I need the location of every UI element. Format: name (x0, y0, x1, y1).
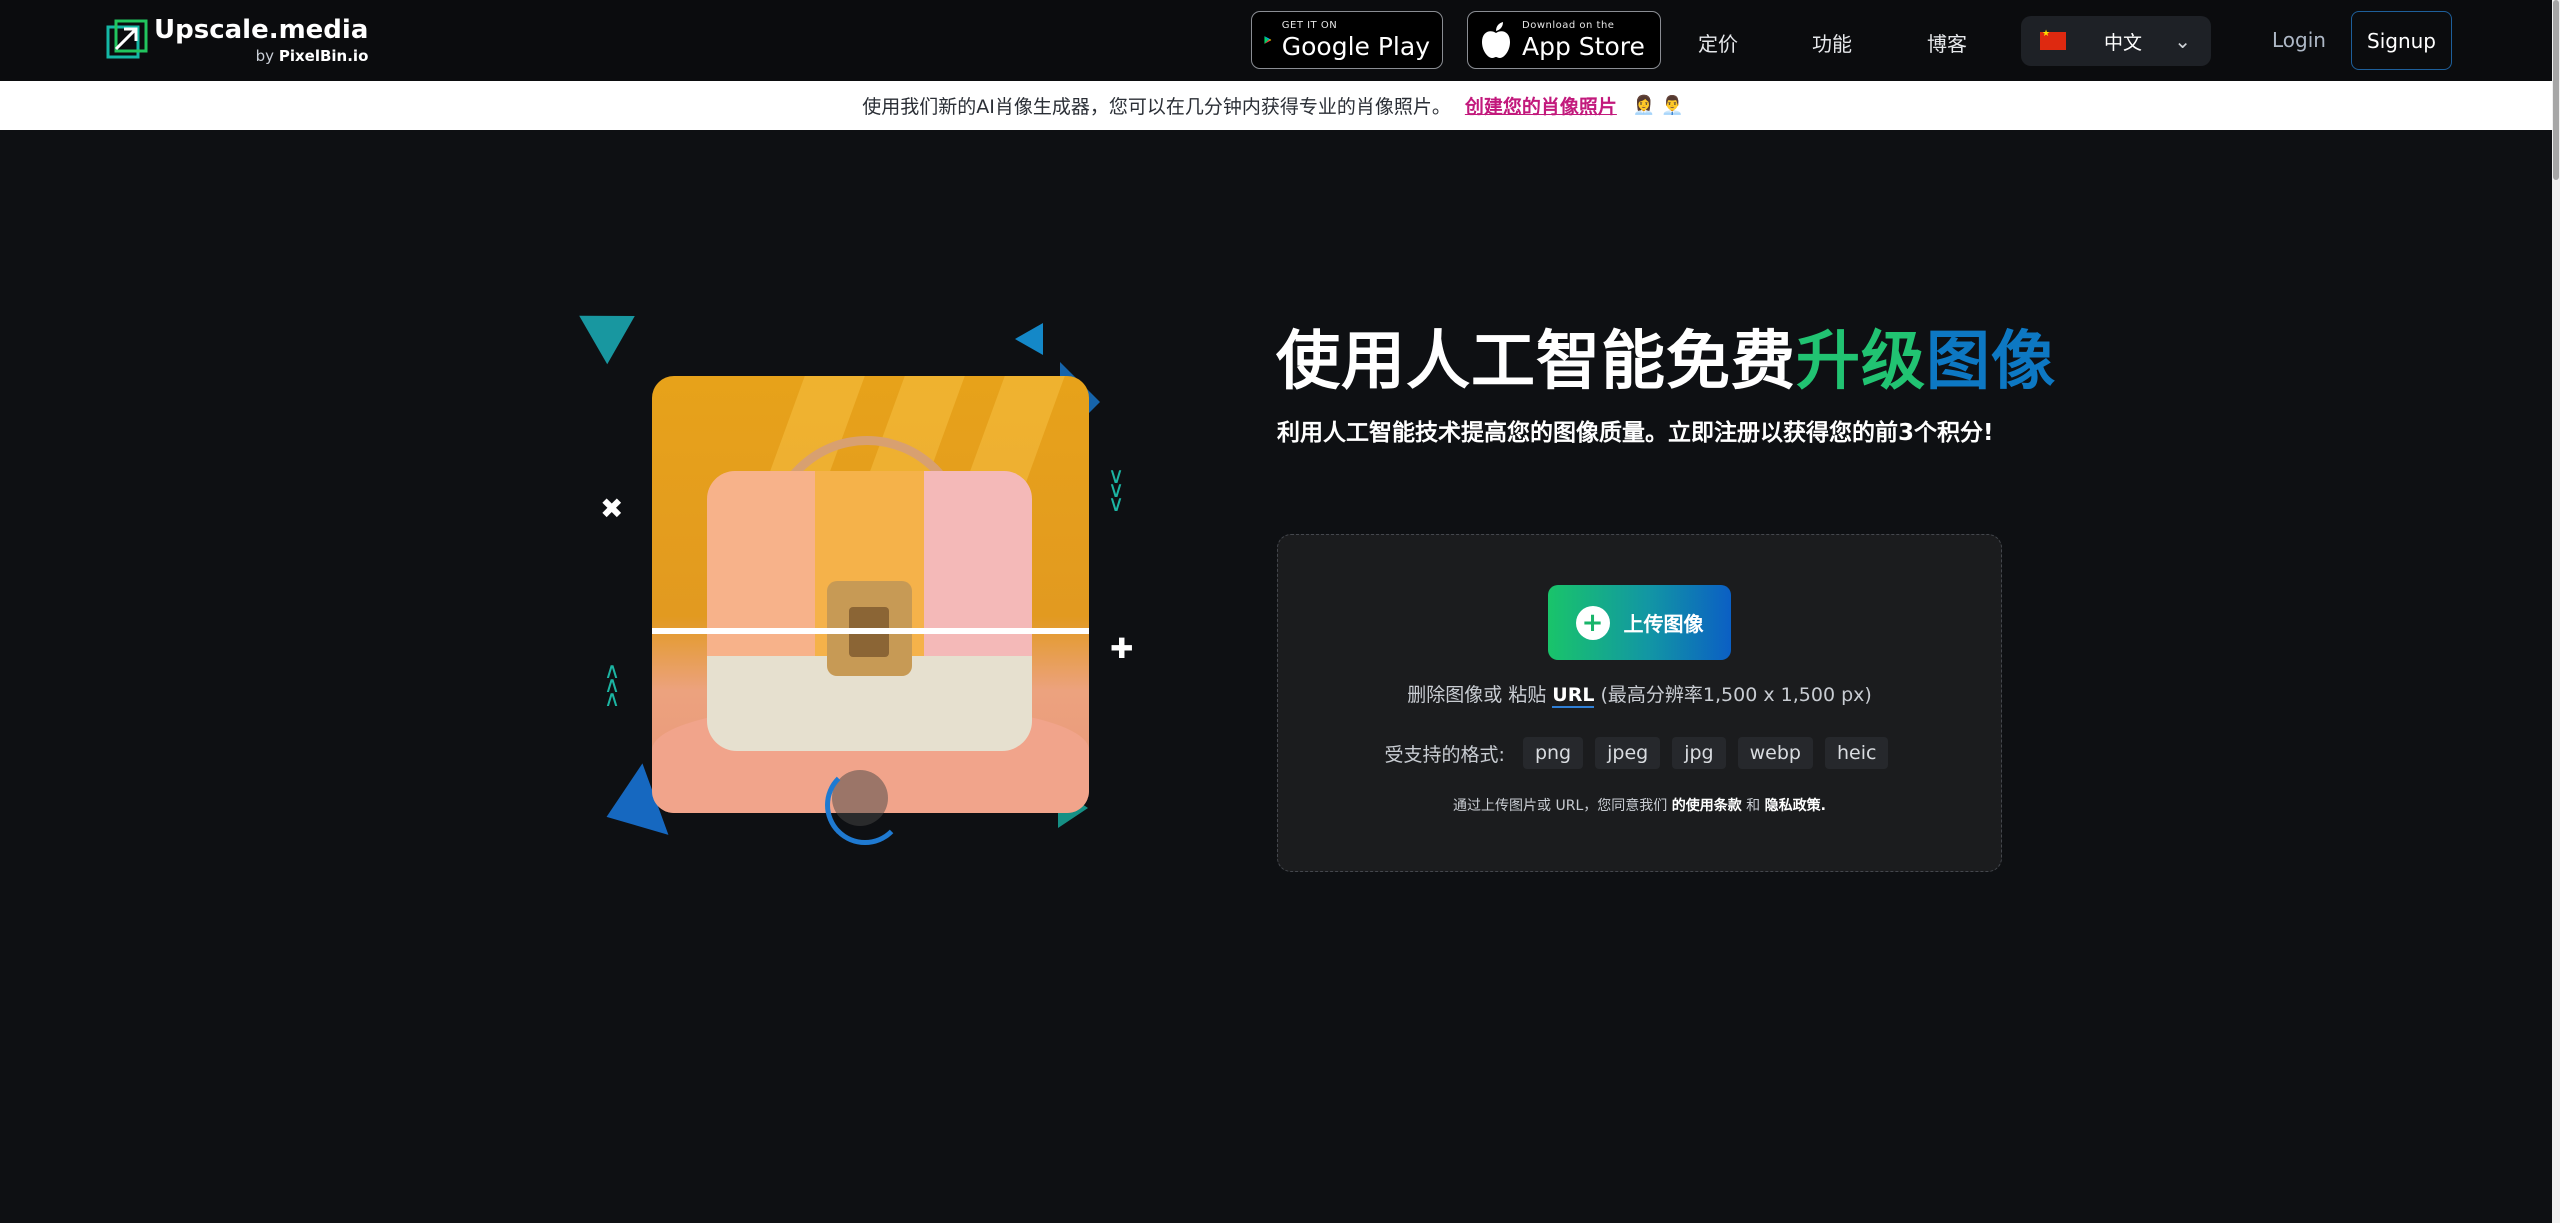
app-store-button[interactable]: Download on the App Store (1467, 11, 1661, 69)
format-chip: jpeg (1595, 737, 1661, 769)
google-play-small-label: GET IT ON (1281, 20, 1338, 31)
triangle-decoration (1015, 323, 1043, 355)
brand-logo[interactable]: Upscale.media by PixelBin.io (106, 10, 368, 70)
upscale-logo-icon (106, 19, 148, 59)
app-store-small-label: Download on the (1522, 20, 1615, 31)
top-navbar: Upscale.media by PixelBin.io GET IT ON G… (0, 0, 2552, 82)
create-portrait-link[interactable]: 创建您的肖像照片 (1465, 92, 1617, 119)
triangle-decoration (579, 291, 649, 365)
terms-prefix: 通过上传图片或 URL，您同意我们 (1453, 798, 1668, 814)
language-label: 中文 (2104, 31, 2143, 54)
format-chip: png (1522, 737, 1584, 769)
format-chip: jpg (1672, 737, 1726, 769)
upload-image-button[interactable]: + 上传图像 (1548, 585, 1731, 660)
upload-dropzone[interactable]: + 上传图像 删除图像或 粘贴 URL (最高分辨率1,500 x 1,500 … (1277, 534, 2002, 872)
format-chip: webp (1737, 737, 1813, 769)
format-chip: heic (1824, 737, 1889, 769)
google-play-big-label: Google Play (1281, 32, 1430, 61)
logo-by-prefix: by (255, 46, 275, 65)
nav-blog[interactable]: 博客 (1927, 28, 1967, 57)
close-decoration-icon: ✖ (600, 492, 624, 525)
hero-title-blue: 图像 (1926, 325, 2056, 399)
google-play-icon (1264, 36, 1272, 44)
apple-icon (1482, 22, 1510, 58)
china-flag-icon (2040, 29, 2066, 50)
language-selector[interactable]: 中文 ⌄ (2021, 16, 2211, 66)
chevrons-up-icon: ∧ ∧ ∧ (604, 659, 621, 712)
sample-bag-photo (652, 376, 1089, 813)
hero-title-main: 使用人工智能免费 (1276, 325, 1796, 399)
supported-formats: 受支持的格式: png jpeg jpg webp heic (1278, 737, 2001, 769)
terms-notice: 通过上传图片或 URL，您同意我们 的使用条款 和 隐私政策. (1278, 795, 2001, 815)
scrollbar-thumb[interactable] (2553, 0, 2559, 180)
drop-suffix: (最高分辨率1,500 x 1,500 px) (1600, 684, 1872, 706)
terms-and: 和 (1746, 798, 1761, 814)
privacy-policy-link[interactable]: 隐私政策. (1765, 798, 1826, 814)
scrollbar-track[interactable] (2552, 0, 2560, 1223)
logo-name: Upscale.media (154, 14, 369, 45)
upload-button-label: 上传图像 (1623, 612, 1704, 636)
terms-of-use-link[interactable]: 的使用条款 (1672, 798, 1742, 814)
announcement-emojis: 👩‍💼👨‍💼 (1632, 95, 1690, 116)
hero-title: 使用人工智能免费升级图像 (1276, 310, 2056, 402)
drop-prefix: 删除图像或 粘贴 (1407, 684, 1547, 706)
drop-instructions: 删除图像或 粘贴 URL (最高分辨率1,500 x 1,500 px) (1278, 680, 2001, 708)
comparison-slider-line (652, 628, 1089, 634)
paste-url-link[interactable]: URL (1552, 684, 1595, 708)
signup-button[interactable]: Signup (2351, 11, 2452, 70)
logo-by-brand: PixelBin.io (278, 46, 369, 65)
nav-pricing[interactable]: 定价 (1698, 28, 1738, 57)
hero-title-green: 升级 (1796, 325, 1926, 399)
app-store-big-label: App Store (1522, 32, 1645, 61)
loader-ring-icon (825, 765, 905, 845)
announcement-text: 使用我们新的AI肖像生成器，您可以在几分钟内获得专业的肖像照片。 (862, 96, 1451, 118)
announcement-bar: 使用我们新的AI肖像生成器，您可以在几分钟内获得专业的肖像照片。 创建您的肖像照… (0, 81, 2552, 130)
chevron-down-icon: ⌄ (2174, 29, 2191, 53)
logo-byline: by PixelBin.io (154, 46, 369, 65)
plus-icon: + (1575, 605, 1610, 640)
nav-features[interactable]: 功能 (1812, 28, 1852, 57)
google-play-button[interactable]: GET IT ON Google Play (1251, 11, 1443, 69)
hero-illustration: ✖ ✚ ∨ ∨ ∨ ∧ ∧ ∧ (560, 280, 1200, 900)
hero-subtitle: 利用人工智能技术提高您的图像质量。立即注册以获得您的前3个积分! (1277, 420, 1994, 446)
formats-label: 受支持的格式: (1384, 743, 1505, 766)
chevrons-down-icon: ∨ ∨ ∨ (1108, 464, 1125, 517)
login-link[interactable]: Login (2272, 28, 2326, 52)
plus-decoration-icon: ✚ (1110, 632, 1134, 665)
